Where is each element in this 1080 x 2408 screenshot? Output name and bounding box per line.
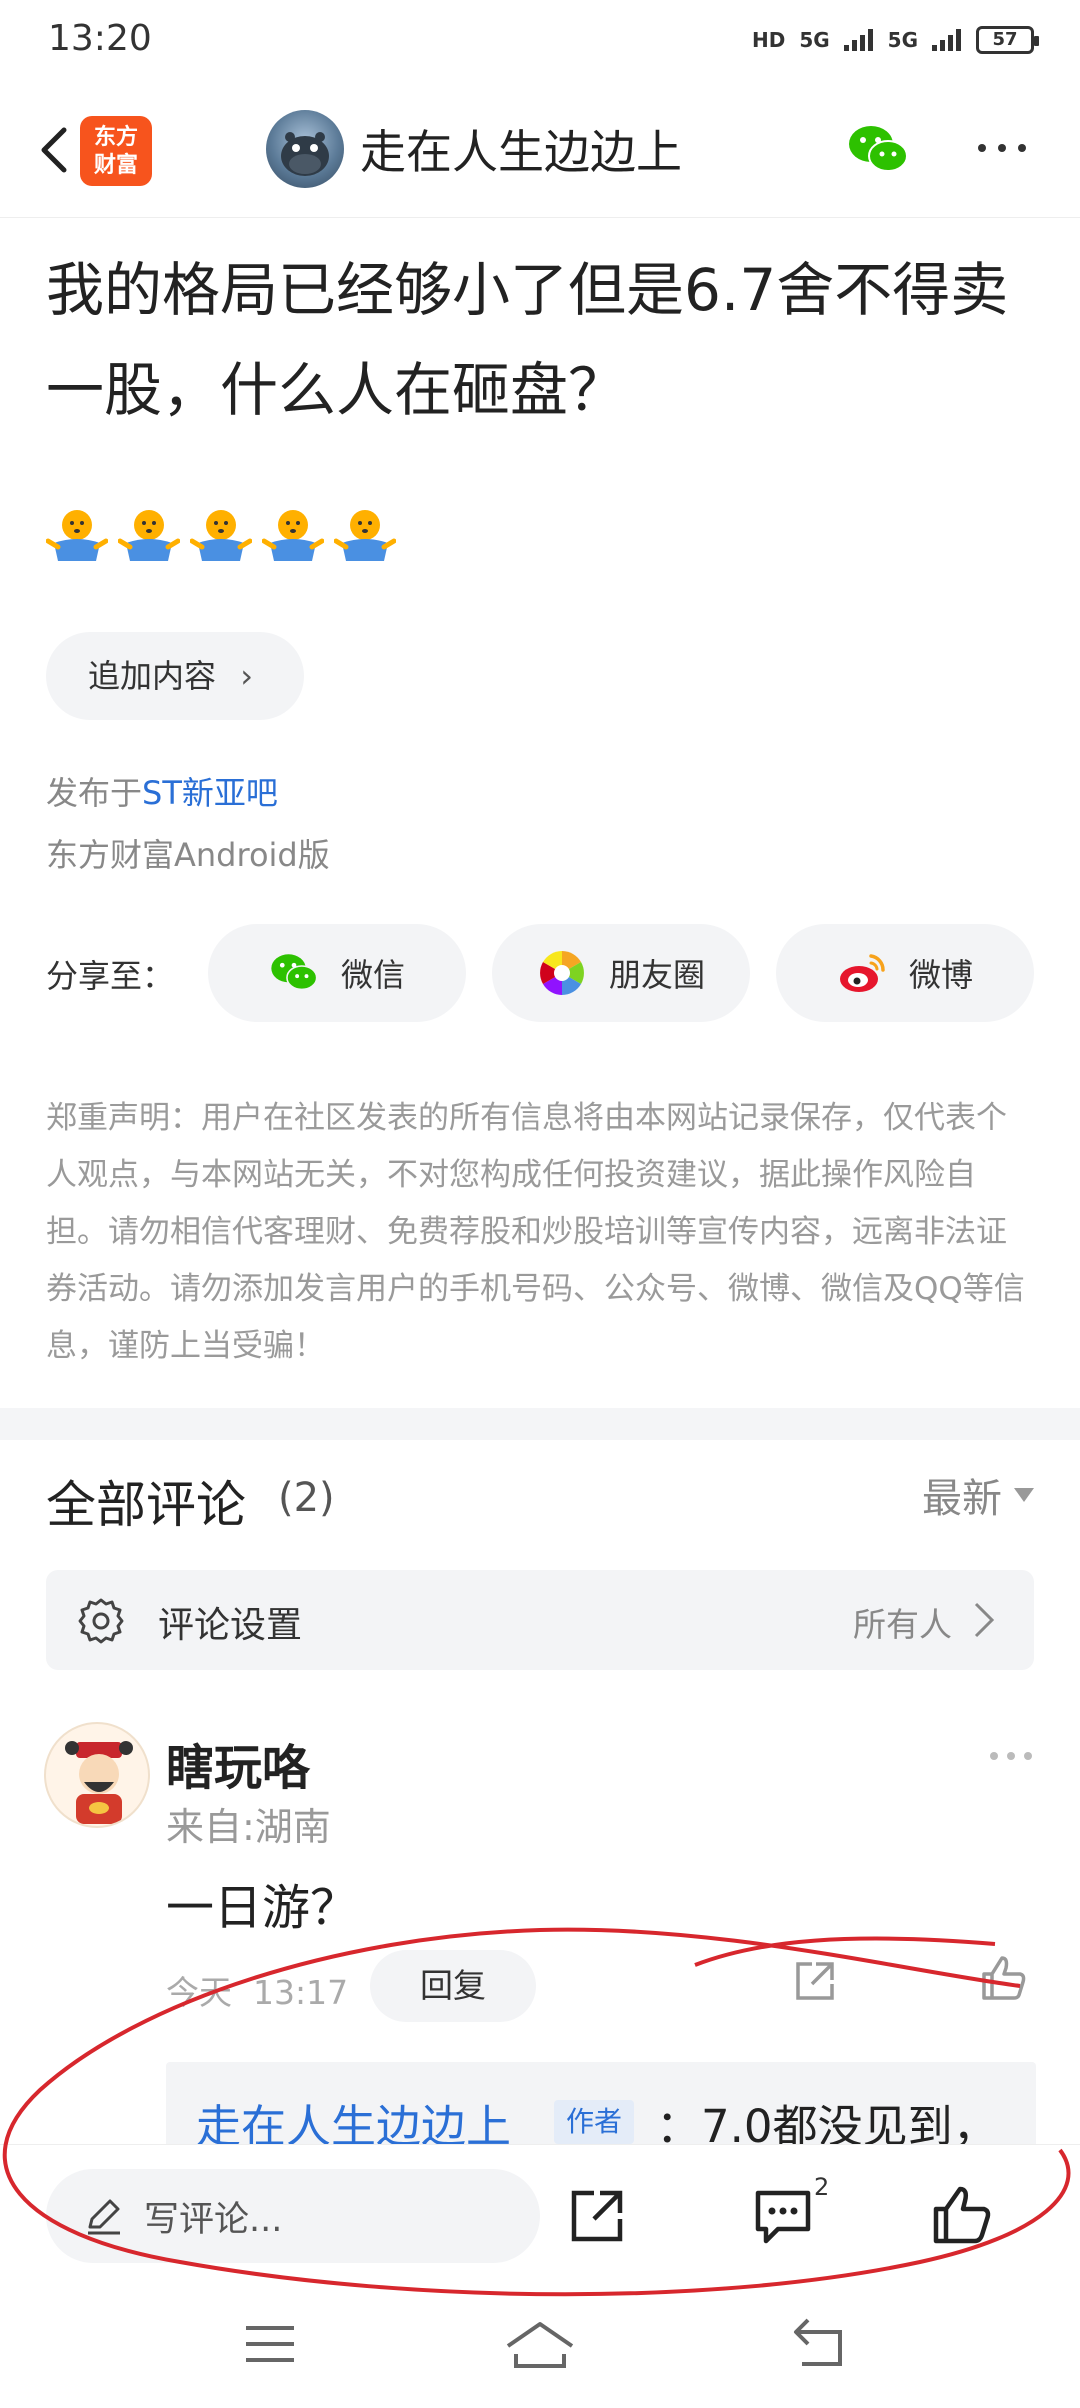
status-bar: 13:20 HD 5G 5G 57 [0,0,1080,86]
wechat-icon [271,954,318,991]
post-title: 我的格局已经够小了但是6.7舍不得卖一股，什么人在砸盘？ [46,256,1009,424]
home-icon[interactable] [502,2316,578,2372]
comment-icon[interactable] [752,2185,814,2247]
comment-time: 今天 13:17 [166,1973,349,2012]
status-indicators: HD 5G 5G 57 [751,26,1039,54]
back-arrow-icon[interactable] [28,120,88,180]
emoji-row [46,505,396,567]
share-icon[interactable] [790,1956,840,2006]
bar-link[interactable]: ST新亚吧 [142,774,278,812]
sort-dropdown[interactable]: 最新 [922,1466,1034,1524]
share-icon[interactable] [566,2185,628,2247]
fortune-god-icon [65,1741,133,1824]
app-logo[interactable]: 东方 财富 [80,116,152,186]
sort-label: 最新 [922,1476,1002,1522]
published-prefix: 发布于 [46,774,143,812]
pencil-icon [88,2199,120,2235]
comment-text: 一日游？ [166,1880,359,1936]
thumbs-up-icon[interactable] [978,1952,1030,2004]
disclaimer-text: 郑重声明：用户在社区发表的所有信息将由本网站记录保存，仅代表个人观点，与本网站无… [46,1100,1025,1364]
share-weibo-button[interactable]: 微博 [776,924,1034,1022]
comments-count: (2) [278,1475,335,1521]
signal-bars-icon [843,29,873,51]
battery-icon: 57 [976,26,1039,54]
author-avatar[interactable] [266,110,344,188]
section-divider [0,1408,1080,1440]
signal-5g-1: 5G [799,28,830,52]
top-nav: 东方 财富 走在人生边边上 [0,86,1080,218]
comment-input-placeholder: 写评论... [144,2200,283,2240]
page-title: 走在人生边边上 [360,125,682,179]
client-info: 东方财富Android版 [46,836,330,874]
published-in: 发布于ST新亚吧 [46,768,278,814]
more-icon[interactable] [972,128,1032,168]
bottom-action-bar: 写评论... 2 [0,2144,1080,2288]
hippo-icon [281,132,329,176]
weibo-icon [839,954,885,992]
shrug-emoji-icon [118,510,180,561]
add-content-label: 追加内容 [88,657,217,695]
hd-indicator: HD [751,28,786,52]
wechat-icon[interactable] [846,122,910,178]
comments-title: 全部评论 [46,1476,246,1534]
comment-settings-label: 评论设置 [158,1605,303,1646]
moments-icon [540,951,584,995]
thumbs-up-icon[interactable] [930,2183,994,2247]
gear-icon [78,1598,124,1644]
commenter-location: 来自:湖南 [166,1805,331,1849]
chevron-right-icon [974,1602,995,1638]
reply-button[interactable]: 回复 [370,1950,536,2022]
back-nav-icon[interactable] [790,2314,850,2372]
shrug-emoji-icon [334,510,396,561]
comment-settings-value: 所有人 [853,1605,952,1644]
commenter-name[interactable]: 瞎玩咯 [166,1728,310,1798]
signal-5g-2: 5G [887,28,918,52]
share-wechat-label: 微信 [340,956,405,994]
commenter-avatar[interactable] [44,1722,150,1828]
add-content-button[interactable]: 追加内容 › [46,632,304,720]
chevron-right-icon: › [240,657,253,695]
share-weibo-label: 微博 [908,956,973,994]
comment-settings-row[interactable]: 评论设置 所有人 [46,1570,1034,1670]
share-moments-label: 朋友圈 [608,956,705,994]
system-nav-bar [0,2288,1080,2408]
share-label: 分享至： [46,957,175,995]
author-badge: 作者 [554,2100,635,2144]
triangle-down-icon [1014,1488,1034,1502]
shrug-emoji-icon [46,510,108,561]
shrug-emoji-icon [262,510,324,561]
share-wechat-button[interactable]: 微信 [208,924,466,1022]
status-time: 13:20 [48,18,152,59]
menu-icon[interactable] [242,2318,298,2370]
comment-count-badge: 2 [814,2173,830,2201]
more-icon[interactable] [986,1744,1036,1768]
signal-bars-icon [932,29,961,51]
comment-input[interactable]: 写评论... [46,2169,540,2263]
shrug-emoji-icon [190,510,252,561]
share-moments-button[interactable]: 朋友圈 [492,924,750,1022]
